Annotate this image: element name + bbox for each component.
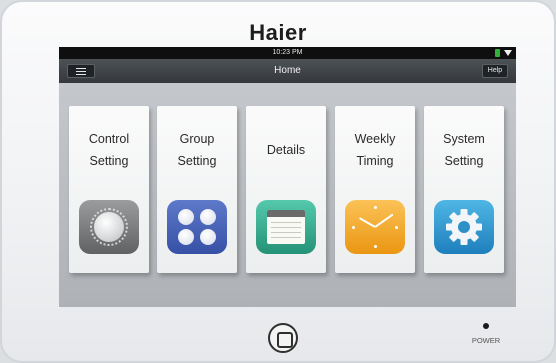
device-frame: Haier 10:23 PM Home Help Control Setting: [0, 0, 556, 363]
home-content: Control Setting Group Setting Details We…: [59, 83, 516, 307]
status-time: 10:23 PM: [272, 49, 303, 56]
tile-system-setting[interactable]: System Setting: [424, 106, 504, 273]
power-indicator: [483, 323, 489, 329]
tile-label: Group Setting: [177, 132, 217, 168]
tile-control-setting[interactable]: Control Setting: [69, 106, 149, 273]
home-button-icon[interactable]: [268, 323, 298, 353]
nav-bar: Home Help: [59, 59, 516, 83]
clock-icon: [345, 200, 405, 254]
touch-screen: 10:23 PM Home Help Control Setting Group…: [59, 47, 516, 307]
help-button[interactable]: Help: [482, 64, 508, 78]
tile-weekly-timing[interactable]: Weekly Timing: [335, 106, 415, 273]
page-title: Home: [274, 65, 301, 76]
dial-knob-icon: [79, 200, 139, 254]
tile-group-setting[interactable]: Group Setting: [157, 106, 237, 273]
power-label: POWER: [471, 336, 501, 345]
tile-details[interactable]: Details: [246, 106, 326, 273]
status-bar: 10:23 PM: [59, 47, 516, 59]
tile-label: Details: [266, 143, 306, 157]
tile-label: Control Setting: [88, 132, 130, 168]
battery-icon: [495, 49, 500, 57]
tile-label: Weekly Timing: [354, 132, 396, 168]
notepad-icon: [256, 200, 316, 254]
four-dots-icon: [167, 200, 227, 254]
tile-label: System Setting: [443, 132, 485, 168]
wifi-icon: [504, 50, 512, 56]
gear-icon: [434, 200, 494, 254]
brand-logo: Haier: [249, 20, 307, 45]
